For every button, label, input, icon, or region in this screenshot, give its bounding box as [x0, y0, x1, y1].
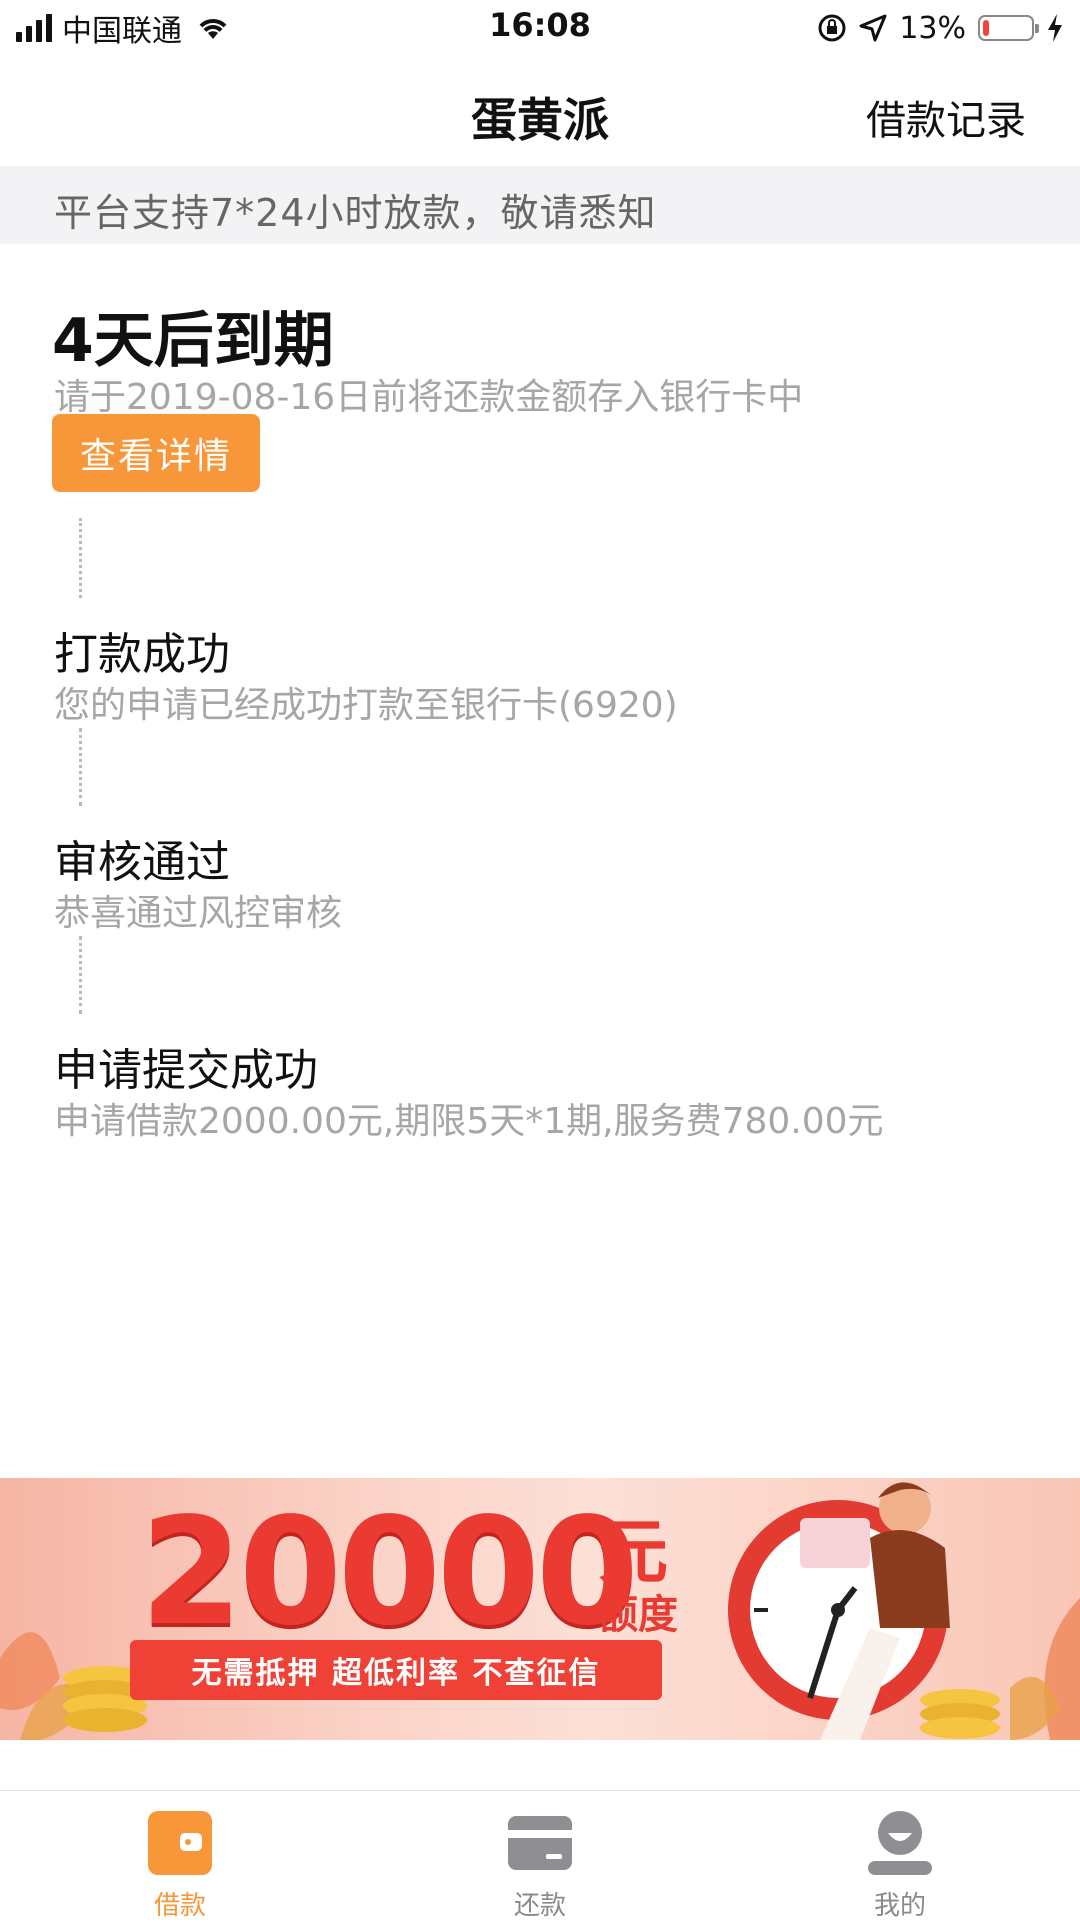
- tab-bar: 借款 还款 我的: [0, 1790, 1080, 1921]
- view-details-button[interactable]: 查看详情: [52, 414, 260, 492]
- wallet-icon: [148, 1811, 212, 1875]
- step-title: 打款成功: [54, 629, 230, 680]
- user-icon: [868, 1811, 932, 1875]
- tab-label: 还款: [513, 1891, 566, 1921]
- tab-mine[interactable]: 我的: [800, 1809, 1000, 1922]
- step-title: 申请提交成功: [54, 1045, 318, 1096]
- due-desc: 请于2019-08-16日前将还款金额存入银行卡中: [54, 377, 804, 418]
- location-arrow-icon: [859, 14, 887, 42]
- timeline-connector: [79, 728, 82, 806]
- notice-banner: 平台支持7*24小时放款，敬请悉知: [0, 166, 1080, 244]
- tab-borrow[interactable]: 借款: [80, 1809, 280, 1922]
- status-bar: 中国联通 16:08 13%: [0, 0, 1080, 56]
- step-desc: 您的申请已经成功打款至银行卡(6920): [54, 685, 678, 726]
- step-desc: 恭喜通过风控审核: [54, 893, 343, 934]
- battery-fill: [983, 20, 989, 36]
- status-right: 13%: [817, 8, 1064, 48]
- nav-bar: 蛋黄派 借款记录: [0, 56, 1080, 166]
- timeline-connector: [79, 936, 82, 1014]
- banner-tagline: 无需抵押 超低利率 不查征信: [130, 1640, 662, 1700]
- loan-records-link[interactable]: 借款记录: [866, 88, 1026, 146]
- step-desc: 申请借款2000.00元,期限5天*1期,服务费780.00元: [54, 1101, 884, 1142]
- tab-repay[interactable]: 还款: [440, 1809, 640, 1922]
- card-icon: [508, 1816, 572, 1870]
- banner-amount: 20000: [140, 1486, 639, 1658]
- notice-text: 平台支持7*24小时放款，敬请悉知: [54, 191, 657, 235]
- battery-percent: 13%: [899, 10, 966, 46]
- promo-banner[interactable]: 20000 元 额度 无需抵押 超低利率 不查征信: [0, 1478, 1080, 1740]
- banner-quota: 额度: [598, 1592, 678, 1638]
- timeline-connector: [79, 518, 82, 598]
- step-title: 审核通过: [54, 837, 230, 888]
- orientation-lock-icon: [818, 14, 846, 42]
- tab-label: 借款: [153, 1891, 206, 1921]
- tab-label: 我的: [873, 1891, 926, 1921]
- charging-bolt-icon: [1048, 14, 1062, 42]
- due-title: 4天后到期: [52, 306, 334, 376]
- battery-icon: [978, 15, 1039, 41]
